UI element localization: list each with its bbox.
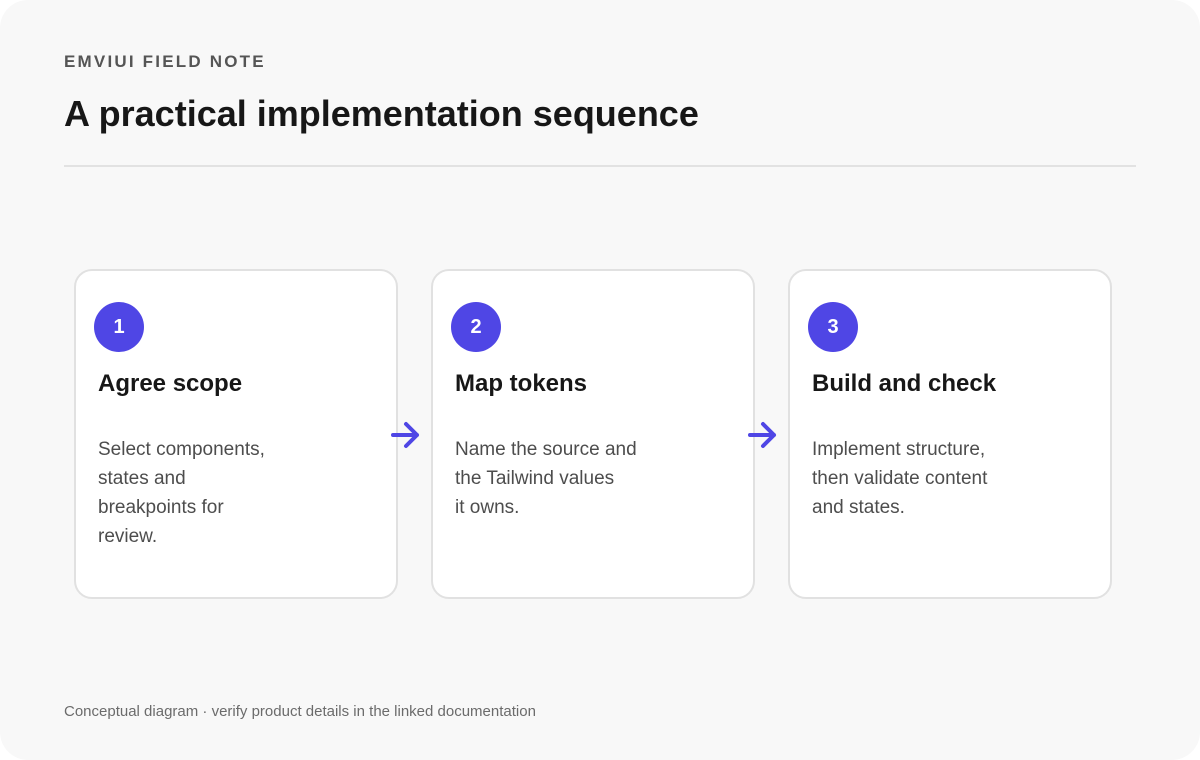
step-title-2: Map tokens <box>455 370 588 397</box>
step-number-badge-1: 1 <box>94 302 144 352</box>
step-title-3: Build and check <box>812 370 997 397</box>
step-card-1: 1 Agree scope Select components, states a… <box>74 269 398 599</box>
step-3-line-3: and states. <box>812 497 905 518</box>
eyebrow-label: EMVIUI FIELD NOTE <box>64 52 266 71</box>
arrow-right-icon <box>390 420 422 450</box>
step-1-line-1: Select components, <box>98 439 265 460</box>
step-description-2: Name the source and the Tailwind values it… <box>455 435 637 522</box>
step-2-line-1: Name the source and <box>455 439 637 460</box>
footnote: Conceptual diagram · verify product deta… <box>64 703 536 720</box>
step-1-line-3: breakpoints for <box>98 497 224 518</box>
step-card-3: 3 Build and check Implement structure, th… <box>788 269 1112 599</box>
step-3-line-1: Implement structure, <box>812 439 986 460</box>
step-1-line-2: states and <box>98 468 186 489</box>
diagram-frame: EMVIUI FIELD NOTE A practical implementa… <box>0 0 1200 760</box>
step-title-1: Agree scope <box>98 370 243 397</box>
step-2-line-3: it owns. <box>455 497 520 518</box>
header-divider <box>64 165 1136 167</box>
step-description-1: Select components, states and breakpoints … <box>98 435 265 551</box>
page-title: A practical implementation sequence <box>64 93 699 134</box>
step-number-badge-2: 2 <box>451 302 501 352</box>
step-2-line-2: the Tailwind values <box>455 468 615 489</box>
step-3-line-2: then validate content <box>812 468 988 489</box>
step-card-2: 2 Map tokens Name the source and the Tail… <box>431 269 755 599</box>
step-description-3: Implement structure, then validate conten… <box>812 435 987 522</box>
step-number-badge-3: 3 <box>808 302 858 352</box>
arrow-right-icon <box>747 420 779 450</box>
step-1-line-4: review. <box>98 526 158 547</box>
